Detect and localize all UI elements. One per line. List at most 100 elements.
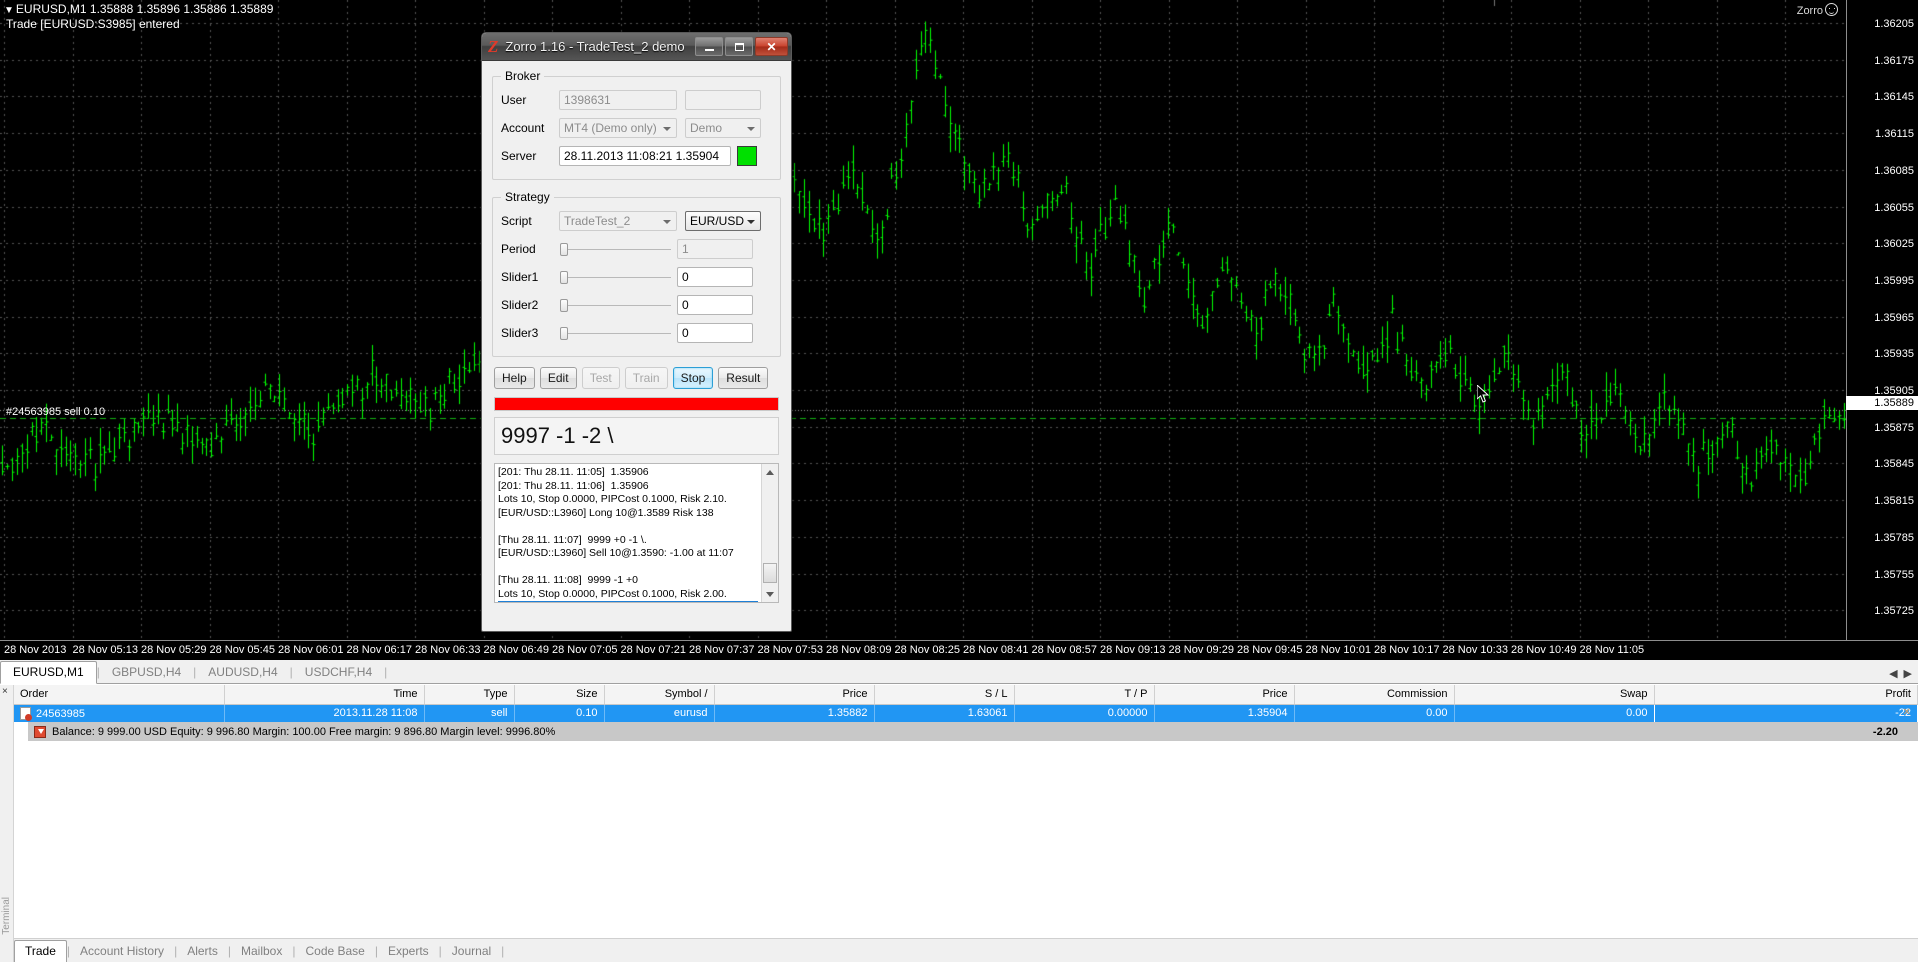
train-button: Train (625, 367, 668, 389)
slider2-thumb[interactable] (560, 299, 568, 312)
time-axis-tick: 28 Nov 06:49 (484, 644, 549, 656)
account-summary-icon (34, 726, 46, 738)
slider1-thumb[interactable] (560, 271, 568, 284)
chevron-down-icon (659, 214, 674, 229)
zorro-watermark-label: Zorro (1797, 5, 1823, 17)
scrollbar-thumb[interactable] (763, 563, 777, 583)
price-axis-tick: 1.35755 (1874, 569, 1914, 581)
chart-tab-eurusd-m1[interactable]: EURUSD,M1 (0, 661, 97, 684)
column-header-time[interactable]: Time (224, 685, 424, 704)
cell-tp: 0.00000 (1014, 704, 1154, 722)
time-axis-tick: 28 Nov 07:05 (552, 644, 617, 656)
current-price-label: 1.35889 (1846, 396, 1918, 410)
slider3-thumb[interactable] (560, 327, 568, 340)
window-controls[interactable]: ✕ (695, 37, 788, 56)
price-axis[interactable]: 1.362051.361751.361451.361151.360851.360… (1846, 0, 1918, 660)
time-axis-tick: 28 Nov 07:21 (621, 644, 686, 656)
zorro-title-bar[interactable]: Z Zorro 1.16 - TradeTest_2 demo ✕ (482, 33, 791, 61)
slider2-input[interactable]: 0 (677, 295, 753, 315)
column-header-symbol-[interactable]: Symbol / (604, 685, 714, 704)
time-axis-tick: 28 Nov 10:49 (1511, 644, 1576, 656)
orders-table[interactable]: OrderTimeTypeSizeSymbol /PriceS / LT / P… (14, 685, 1918, 722)
chart-tab-usdchf-h4[interactable]: USDCHF,H4 (293, 661, 384, 683)
log-selected-line[interactable]: [EUR/USD::S3985] Short 10@1.3590 Risk 13… (498, 601, 758, 603)
close-order-icon[interactable]: ✕ (1903, 707, 1911, 718)
price-chart-area[interactable]: ▼EURUSD,M1 1.35888 1.35896 1.35886 1.358… (0, 0, 1918, 660)
terminal-panel: × Terminal OrderTimeTypeSizeSymbol /Pric… (0, 684, 1918, 962)
time-axis[interactable]: 28 Nov 201328 Nov 05:1328 Nov 05:2928 No… (0, 640, 1918, 660)
close-button[interactable]: ✕ (755, 37, 788, 56)
tab-scroll-right-icon[interactable]: ▶ (1904, 667, 1912, 680)
asset-select[interactable]: EUR/USD (685, 211, 761, 231)
result-button[interactable]: Result (718, 367, 768, 389)
log-scrollbar[interactable] (761, 464, 778, 602)
action-button-row[interactable]: HelpEditTestTrainStopResult (494, 367, 781, 389)
terminal-tab-experts[interactable]: Experts (378, 940, 439, 962)
slider1-row: Slider1 0 (501, 264, 772, 290)
tab-scroll-left-icon[interactable]: ◀ (1889, 667, 1897, 680)
chart-canvas[interactable] (0, 0, 1918, 660)
slider2[interactable] (559, 295, 671, 315)
column-header-order[interactable]: Order (14, 685, 224, 704)
terminal-tab-account-history[interactable]: Account History (70, 940, 174, 962)
account-select[interactable]: MT4 (Demo only) (559, 118, 677, 138)
column-header-type[interactable]: Type (424, 685, 514, 704)
slider3-input[interactable]: 0 (677, 323, 753, 343)
scroll-down-button[interactable] (762, 586, 778, 602)
column-header-swap[interactable]: Swap (1454, 685, 1654, 704)
scroll-up-button[interactable] (762, 464, 778, 480)
slider1[interactable] (559, 267, 671, 287)
script-label: Script (501, 214, 559, 228)
trade-grid[interactable]: OrderTimeTypeSizeSymbol /PriceS / LT / P… (14, 685, 1918, 935)
chart-tab-audusd-h4[interactable]: AUDUSD,H4 (196, 661, 289, 683)
connection-status-led (737, 146, 757, 166)
price-axis-tick: 1.35875 (1874, 422, 1914, 434)
log-text[interactable]: [201: Thu 28.11. 11:05] 1.35906 [201: Th… (495, 464, 761, 602)
server-status-field: 28.11.2013 11:08:21 1.35904 (559, 146, 731, 166)
help-button[interactable]: Help (494, 367, 535, 389)
account-mode-select[interactable]: Demo (685, 118, 761, 138)
minimize-button[interactable] (695, 37, 723, 56)
slider1-input[interactable]: 0 (677, 267, 753, 287)
zorro-dialog-window[interactable]: Z Zorro 1.16 - TradeTest_2 demo ✕ Broker… (481, 32, 792, 632)
terminal-tab-mailbox[interactable]: Mailbox (231, 940, 292, 962)
server-label: Server (501, 149, 559, 163)
terminal-close-icon[interactable]: × (2, 686, 8, 697)
column-header-profit[interactable]: Profit (1654, 685, 1918, 704)
minimize-icon (705, 49, 714, 51)
edit-button[interactable]: Edit (540, 367, 577, 389)
chart-tab-gbpusd-h4[interactable]: GBPUSD,H4 (100, 661, 193, 683)
chart-tab-bar[interactable]: EURUSD,M1|GBPUSD,H4|AUDUSD,H4|USDCHF,H4|… (0, 660, 1918, 684)
slider1-rail (567, 277, 671, 278)
script-select[interactable]: TradeTest_2 (559, 211, 677, 231)
column-header-commission[interactable]: Commission (1294, 685, 1454, 704)
user-extra-input[interactable] (685, 90, 761, 110)
slider2-label: Slider2 (501, 298, 559, 312)
column-header-price[interactable]: Price (714, 685, 874, 704)
chart-collapse-icon[interactable]: ▼ (4, 5, 14, 16)
price-axis-tick: 1.35785 (1874, 532, 1914, 544)
stop-button[interactable]: Stop (673, 367, 714, 389)
terminal-tab-code-base[interactable]: Code Base (295, 940, 374, 962)
cell-sl: 1.63061 (874, 704, 1014, 722)
terminal-tab-trade[interactable]: Trade (14, 940, 67, 962)
table-header-row[interactable]: OrderTimeTypeSizeSymbol /PriceS / LT / P… (14, 685, 1918, 704)
chart-tab-nav[interactable]: ◀ ▶ (1889, 667, 1918, 683)
log-panel[interactable]: [201: Thu 28.11. 11:05] 1.35906 [201: Th… (494, 463, 779, 603)
user-input[interactable]: 1398631 (559, 90, 677, 110)
terminal-tab-journal[interactable]: Journal (442, 940, 501, 962)
period-slider-thumb[interactable] (560, 243, 568, 256)
time-axis-tick: 28 Nov 2013 (4, 644, 66, 656)
period-slider[interactable] (559, 239, 671, 259)
zorro-window-title: Zorro 1.16 - TradeTest_2 demo (505, 39, 684, 54)
table-row[interactable]: 245639852013.11.28 11:08sell0.10eurusd1.… (14, 704, 1918, 722)
column-header-t-p[interactable]: T / P (1014, 685, 1154, 704)
slider3[interactable] (559, 323, 671, 343)
column-header-size[interactable]: Size (514, 685, 604, 704)
column-header-price[interactable]: Price (1154, 685, 1294, 704)
column-header-s-l[interactable]: S / L (874, 685, 1014, 704)
period-input[interactable]: 1 (677, 239, 753, 259)
terminal-tab-alerts[interactable]: Alerts (177, 940, 228, 962)
terminal-tab-bar[interactable]: Trade|Account History|Alerts|Mailbox|Cod… (14, 938, 1918, 962)
maximize-button[interactable] (725, 37, 753, 56)
